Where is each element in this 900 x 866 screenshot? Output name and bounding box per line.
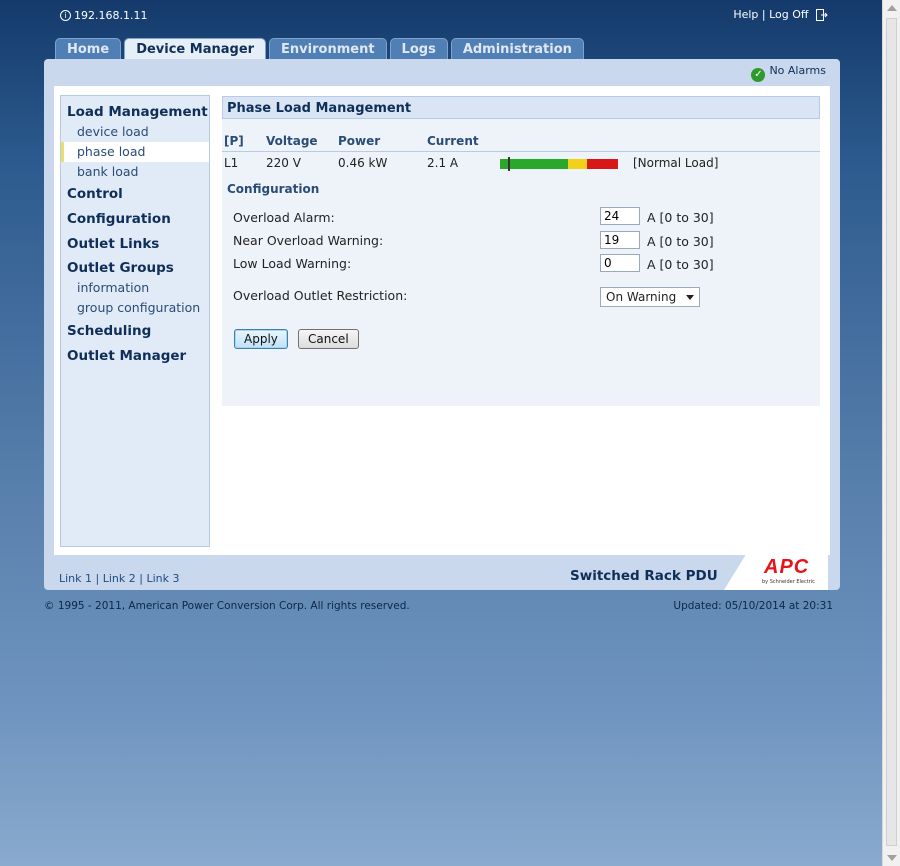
overload-alarm-input[interactable] — [600, 207, 640, 225]
top-links: Help | Log Off — [733, 8, 828, 21]
top-link-separator: | — [761, 8, 766, 21]
apc-logo-text: APC — [764, 556, 810, 578]
panel-footer: Link 1 | Link 2 | Link 3 Switched Rack P… — [54, 553, 830, 590]
cancel-button[interactable]: Cancel — [298, 329, 359, 349]
near-overload-range: A [0 to 30] — [647, 234, 714, 249]
link-1[interactable]: Link 1 — [59, 572, 92, 585]
sidebar-item-outlet-groups[interactable]: Outlet Groups — [61, 258, 209, 278]
sidebar-item-bank-load[interactable]: bank load — [61, 162, 209, 182]
low-load-input[interactable] — [600, 254, 640, 272]
load-meter — [500, 157, 618, 171]
sidebar-item-outlet-links[interactable]: Outlet Links — [61, 234, 209, 254]
log-off-link[interactable]: Log Off — [769, 8, 808, 21]
updated-timestamp: Updated: 05/10/2014 at 20:31 — [673, 600, 833, 612]
sidebar-item-load-management[interactable]: Load Management — [61, 102, 209, 122]
tab-administration[interactable]: Administration — [450, 38, 584, 59]
page-title: Phase Load Management — [222, 96, 820, 119]
configuration-heading: Configuration — [227, 182, 320, 196]
sidebar-item-phase-load[interactable]: phase load — [61, 142, 209, 162]
chevron-down-icon — [686, 295, 694, 300]
column-header-current: Current — [427, 134, 479, 148]
copyright-text: © 1995 - 2011, American Power Conversion… — [44, 600, 410, 612]
info-icon: i — [60, 10, 71, 21]
low-load-range: A [0 to 30] — [647, 257, 714, 272]
sidebar-item-device-load[interactable]: device load — [61, 122, 209, 142]
overload-alarm-label: Overload Alarm: — [233, 210, 335, 225]
content-box: Load Management device load phase load b… — [54, 86, 830, 555]
check-icon: ✓ — [751, 68, 766, 82]
apc-logo: APC by Schneider Electric — [724, 553, 828, 590]
sidebar-item-scheduling[interactable]: Scheduling — [61, 321, 209, 341]
main-nav-tabs: Home Device Manager Environment Logs Adm… — [55, 38, 584, 59]
cell-power: 0.46 kW — [338, 156, 388, 170]
table-header: [P] Voltage Power Current — [222, 134, 820, 152]
apply-button[interactable]: Apply — [234, 329, 288, 349]
overload-alarm-range: A [0 to 30] — [647, 210, 714, 225]
load-meter-green-zone — [500, 159, 569, 169]
tab-environment[interactable]: Environment — [269, 38, 387, 59]
sidebar-item-control[interactable]: Control — [61, 184, 209, 204]
column-header-phase: [P] — [224, 134, 244, 148]
phase-load-section: Phase Load Management [P] Voltage Power … — [222, 96, 820, 406]
sidebar-item-configuration[interactable]: Configuration — [61, 209, 209, 229]
overload-restriction-label: Overload Outlet Restriction: — [233, 288, 408, 303]
device-ip-address: i 192.168.1.11 — [60, 9, 147, 22]
link-2[interactable]: Link 2 — [103, 572, 136, 585]
table-row: L1 220 V 0.46 kW 2.1 A [Normal Load] — [222, 156, 820, 176]
cell-current: 2.1 A — [427, 156, 459, 170]
column-header-power: Power — [338, 134, 381, 148]
help-link[interactable]: Help — [733, 8, 758, 21]
cell-phase: L1 — [224, 156, 239, 170]
schneider-logo-text: by Schneider Electric — [762, 579, 815, 585]
column-header-voltage: Voltage — [266, 134, 318, 148]
scrollbar-thumb[interactable] — [886, 18, 897, 846]
tab-device-manager[interactable]: Device Manager — [124, 38, 267, 59]
load-meter-marker — [508, 157, 511, 171]
content-panel: ✓ No Alarms Load Management device load p… — [44, 59, 840, 590]
footer-link-separator: | — [95, 572, 100, 585]
product-name: Switched Rack PDU — [570, 568, 718, 584]
near-overload-label: Near Overload Warning: — [233, 233, 384, 248]
load-status-text: [Normal Load] — [633, 156, 719, 170]
near-overload-input[interactable] — [600, 231, 640, 249]
footer-link-separator: | — [139, 572, 143, 585]
tab-home[interactable]: Home — [55, 38, 122, 59]
low-load-label: Low Load Warning: — [233, 256, 352, 271]
overload-restriction-select[interactable]: On Warning — [600, 287, 700, 307]
tab-logs[interactable]: Logs — [389, 38, 448, 59]
sidebar-item-information[interactable]: information — [61, 278, 209, 298]
overload-restriction-value: On Warning — [606, 290, 677, 304]
sidebar: Load Management device load phase load b… — [60, 95, 210, 547]
vertical-scrollbar[interactable] — [882, 0, 900, 866]
ip-text: 192.168.1.11 — [74, 9, 148, 22]
sidebar-item-outlet-manager[interactable]: Outlet Manager — [61, 346, 209, 366]
scroll-down-arrow-icon[interactable] — [887, 855, 897, 861]
scroll-up-arrow-icon[interactable] — [887, 5, 897, 11]
load-meter-yellow-zone — [568, 159, 588, 169]
load-meter-red-zone — [587, 159, 618, 169]
link-3[interactable]: Link 3 — [147, 572, 180, 585]
alarm-status[interactable]: ✓ No Alarms — [751, 64, 826, 82]
footer-links: Link 1 | Link 2 | Link 3 — [59, 572, 180, 585]
log-off-icon[interactable] — [816, 9, 828, 21]
alarm-status-text: No Alarms — [769, 64, 826, 77]
sidebar-item-group-configuration[interactable]: group configuration — [61, 298, 209, 318]
cell-voltage: 220 V — [266, 156, 301, 170]
